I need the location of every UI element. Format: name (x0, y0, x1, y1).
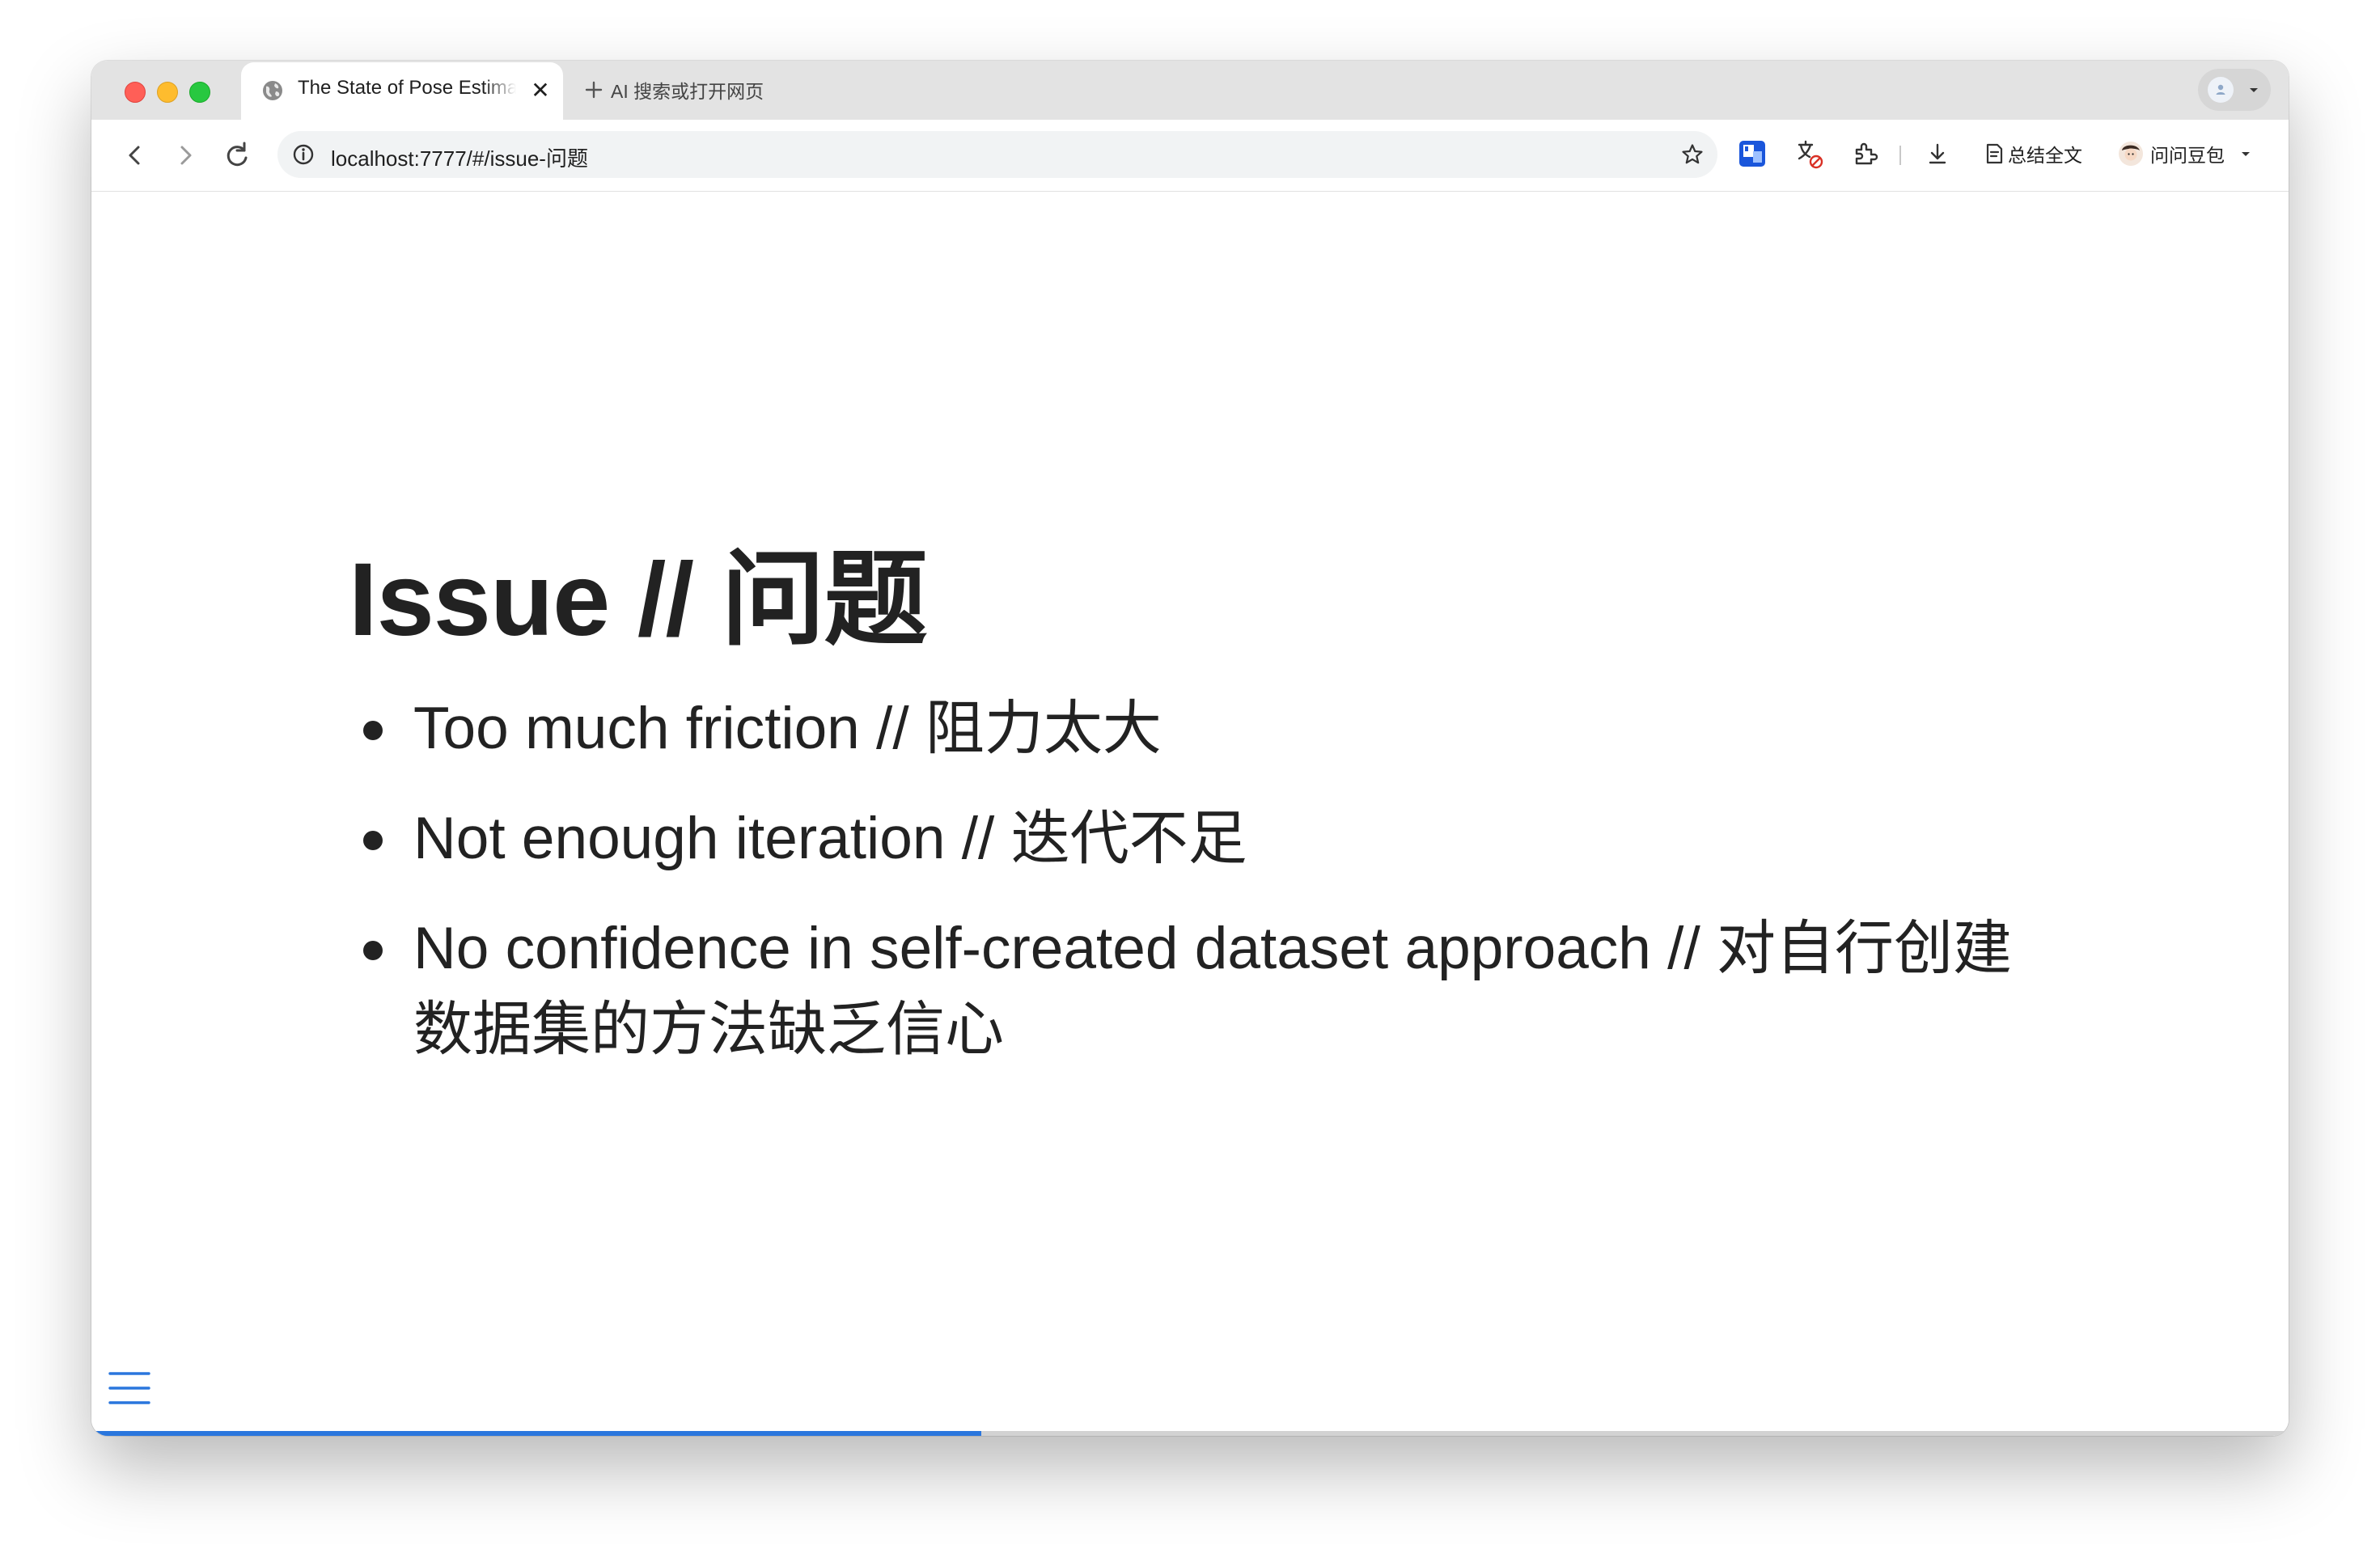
menu-hamburger-icon[interactable] (108, 1370, 151, 1407)
bullet-dot (363, 831, 383, 850)
globe-icon (263, 81, 282, 100)
profile-menu-button[interactable] (2198, 69, 2271, 111)
maximize-window-button[interactable] (189, 82, 210, 103)
plus-icon (585, 81, 603, 99)
bullet-dot (363, 941, 383, 960)
forward-arrow-icon[interactable] (166, 136, 205, 175)
assistant-avatar-icon (2119, 142, 2143, 166)
bullet-text: No confidence in self-created dataset ap… (413, 916, 2013, 1062)
bullet-dot (363, 721, 383, 740)
extensions-puzzle-icon[interactable] (1849, 138, 1882, 170)
browser-window: The State of Pose Estimation ✕ AI 搜索或打开网… (91, 61, 2289, 1436)
site-info-icon[interactable] (292, 143, 315, 166)
minimize-window-button[interactable] (157, 82, 178, 103)
address-bar[interactable]: localhost:7777/#/issue-问题 (277, 131, 1717, 178)
bullet-list: Too much friction // 阻力太大 Not enough ite… (349, 688, 2128, 1099)
summarize-button[interactable]: 总结全文 (1980, 136, 2082, 171)
url-text[interactable]: localhost:7777/#/issue-问题 (331, 142, 588, 172)
chevron-down-icon (2250, 88, 2258, 92)
tab-close-icon[interactable]: ✕ (528, 78, 553, 103)
document-summary-icon (1986, 143, 2003, 164)
tab-strip: The State of Pose Estimation ✕ AI 搜索或打开网… (91, 61, 2289, 120)
bullet-item: Not enough iteration // 迭代不足 (349, 798, 2128, 879)
chevron-down-icon (2242, 152, 2250, 156)
slide-progress-fill (91, 1431, 981, 1436)
tab-active[interactable]: The State of Pose Estimation ✕ (241, 62, 563, 120)
bullet-item: Too much friction // 阻力太大 (349, 688, 2128, 769)
close-window-button[interactable] (125, 82, 146, 103)
translate-disabled-icon[interactable] (1793, 138, 1825, 170)
browser-toolbar: localhost:7777/#/issue-问题 总结全文 问问豆包 (91, 120, 2289, 192)
bullet-text: Not enough iteration // 迭代不足 (413, 806, 1247, 871)
assistant-button[interactable]: 问问豆包 (2116, 136, 2257, 171)
reload-icon[interactable] (218, 136, 256, 175)
page-viewport: Issue // 问题 Too much friction // 阻力太大 No… (91, 192, 2289, 1436)
new-tab-label: AI 搜索或打开网页 (611, 81, 764, 102)
tab-title: The State of Pose Estimation (298, 77, 516, 99)
person-icon (2216, 84, 2225, 95)
bookmark-star-icon[interactable] (1680, 142, 1705, 167)
summarize-label: 总结全文 (2008, 145, 2082, 166)
download-icon[interactable] (1921, 138, 1954, 170)
bullet-item: No confidence in self-created dataset ap… (349, 908, 2128, 1070)
extension-translate-icon[interactable] (1736, 138, 1768, 170)
slide-title: Issue // 问题 (349, 542, 928, 658)
back-arrow-icon[interactable] (116, 136, 155, 175)
profile-avatar (2208, 77, 2234, 103)
slide-progress-bar (91, 1431, 2289, 1436)
assistant-label: 问问豆包 (2150, 145, 2225, 166)
toolbar-separator (1899, 146, 1901, 165)
new-tab-button[interactable]: AI 搜索或打开网页 (582, 72, 764, 108)
bullet-text: Too much friction // 阻力太大 (413, 696, 1162, 761)
